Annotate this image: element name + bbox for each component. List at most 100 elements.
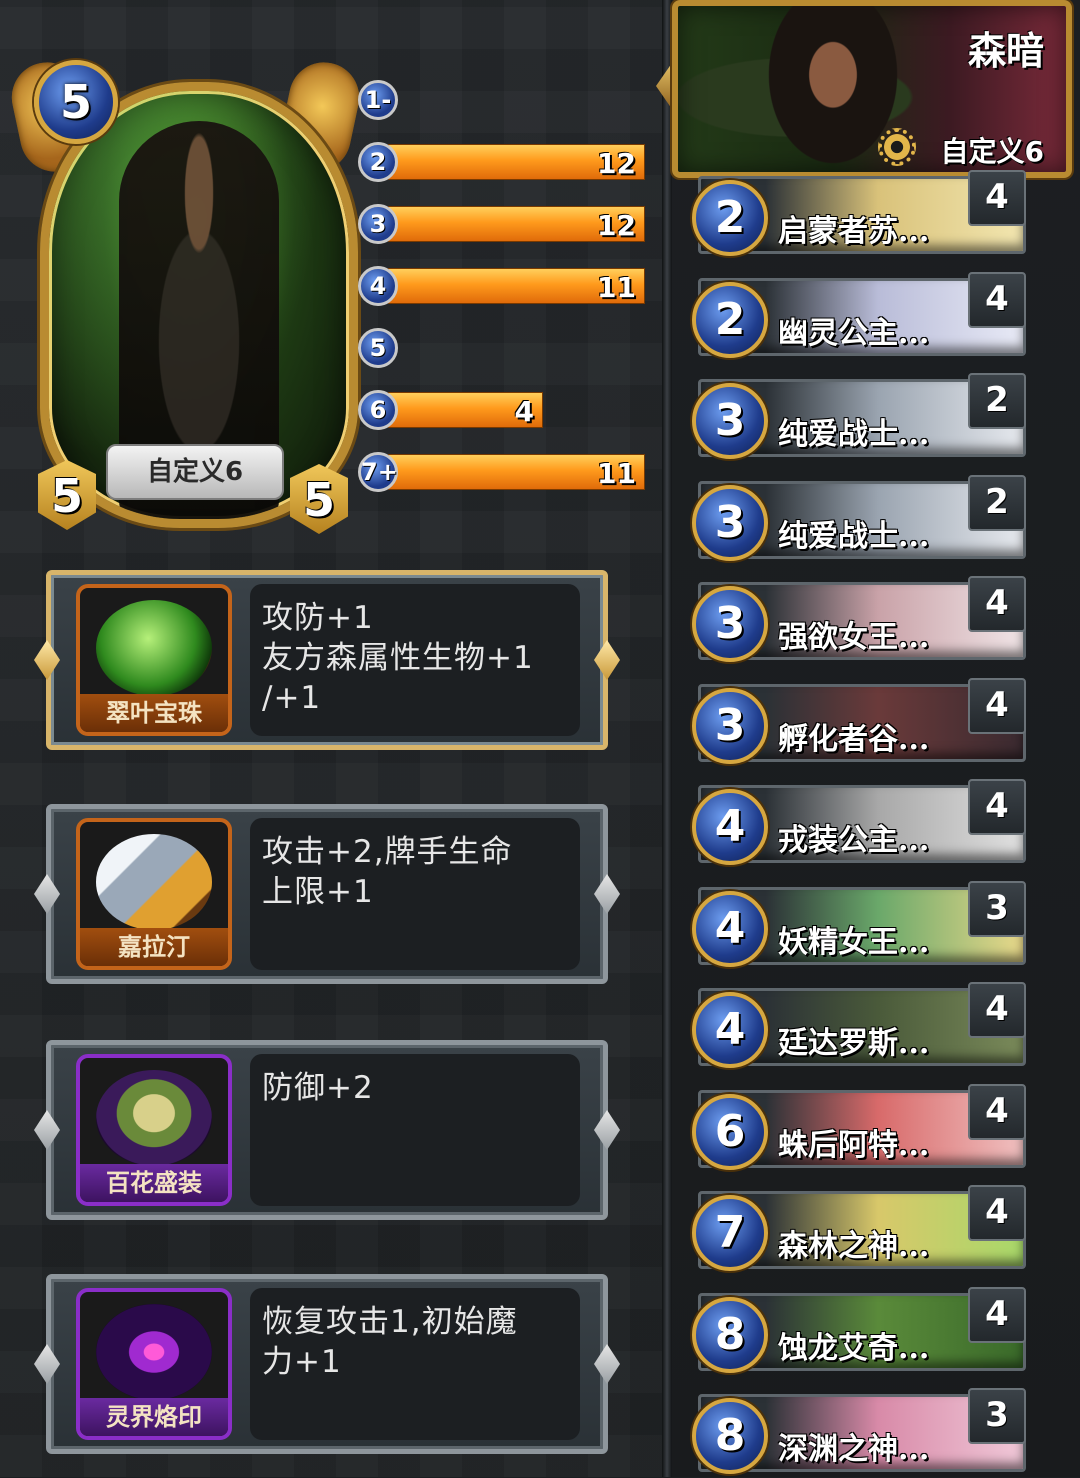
card-count: 4 bbox=[968, 1083, 1026, 1140]
deck-card-row[interactable]: 3 孵化者谷... 4 bbox=[690, 677, 1032, 768]
talent-description: 恢复攻击1,初始魔 力+1 bbox=[250, 1288, 580, 1440]
deck-card-row[interactable]: 4 戎装公主... 4 bbox=[690, 779, 1032, 869]
card-name: 纯爱战士... bbox=[778, 518, 930, 554]
deck-card-row[interactable]: 3 强欲女王... 4 bbox=[690, 576, 1032, 666]
curve-row: 5 bbox=[358, 326, 648, 368]
card-count: 4 bbox=[968, 1286, 1026, 1343]
card-name: 廷达罗斯... bbox=[778, 1026, 930, 1061]
curve-cost-label: 5 bbox=[358, 328, 398, 368]
talent-icon[interactable]: 百花盛装 bbox=[76, 1054, 232, 1206]
card-cost-gem: 3 bbox=[692, 383, 768, 459]
card-name: 强欲女王... bbox=[778, 620, 930, 655]
card-name: 深渊之神... bbox=[778, 1432, 930, 1467]
talent-row[interactable]: 嘉拉汀 攻击+2,牌手生命 上限+1 bbox=[34, 804, 620, 984]
curve-value: 12 bbox=[597, 147, 636, 180]
sword-icon bbox=[96, 834, 212, 930]
curve-row: 1- bbox=[358, 78, 648, 120]
card-cost-gem: 2 bbox=[692, 281, 768, 358]
talent-name: 翠叶宝珠 bbox=[80, 694, 228, 732]
deck-subtitle: 自定义6 bbox=[940, 135, 1044, 168]
curve-row: 64 bbox=[358, 388, 648, 430]
curve-cost-label: 3 bbox=[358, 204, 398, 244]
card-name: 蚀龙艾奇... bbox=[778, 1330, 930, 1366]
talent-description: 攻击+2,牌手生命 上限+1 bbox=[250, 818, 580, 970]
card-count: 2 bbox=[968, 373, 1026, 429]
curve-bar: 12 bbox=[388, 206, 645, 242]
curve-bar: 4 bbox=[388, 392, 543, 428]
talent-row[interactable]: 翠叶宝珠 攻防+1 友方森属性生物+1 /+1 bbox=[34, 570, 620, 750]
card-count: 4 bbox=[968, 1185, 1026, 1241]
deck-card-row[interactable]: 7 森林之神... 4 bbox=[690, 1185, 1032, 1275]
talent-description: 攻防+1 友方森属性生物+1 /+1 bbox=[250, 584, 580, 736]
talent-icon[interactable]: 灵界烙印 bbox=[76, 1288, 232, 1440]
gear-icon[interactable] bbox=[878, 128, 916, 166]
curve-cost-label: 7+ bbox=[358, 452, 398, 492]
deck-card-row[interactable]: 3 纯爱战士... 2 bbox=[690, 474, 1032, 565]
deck-card-row[interactable]: 6 蛛后阿特... 4 bbox=[690, 1083, 1032, 1174]
card-name: 启蒙者苏... bbox=[778, 214, 930, 249]
card-count: 4 bbox=[968, 982, 1026, 1038]
deck-card-row[interactable]: 3 纯爱战士... 2 bbox=[690, 373, 1032, 463]
curve-value: 11 bbox=[597, 271, 636, 304]
card-name: 孵化者谷... bbox=[778, 721, 930, 757]
curve-row: 4 11 bbox=[358, 264, 648, 306]
hero-card[interactable]: 5 自定义6 5 5 bbox=[5, 20, 366, 534]
panel-divider bbox=[662, 0, 672, 1477]
curve-cost-label: 6 bbox=[358, 390, 398, 430]
curve-cost-label: 2 bbox=[358, 142, 398, 182]
card-count: 4 bbox=[968, 677, 1026, 734]
deck-card-row[interactable]: 4 妖精女王... 3 bbox=[690, 880, 1032, 971]
card-cost-gem: 8 bbox=[692, 1296, 768, 1373]
deck-card-row[interactable]: 2 幽灵公主... 4 bbox=[690, 271, 1032, 362]
deck-card-row[interactable]: 8 蚀龙艾奇... 4 bbox=[690, 1286, 1032, 1377]
curve-value: 12 bbox=[597, 209, 636, 242]
curve-value: 4 bbox=[514, 395, 534, 428]
card-name: 妖精女王... bbox=[778, 924, 930, 960]
talent-name: 百花盛装 bbox=[80, 1164, 228, 1202]
card-name: 戎装公主... bbox=[778, 823, 930, 858]
curve-row: 3 12 bbox=[358, 202, 648, 244]
curve-value: 11 bbox=[597, 457, 636, 490]
card-count: 4 bbox=[968, 779, 1026, 835]
talent-row[interactable]: 百花盛装 防御+2 bbox=[34, 1040, 620, 1220]
card-count: 2 bbox=[968, 474, 1026, 531]
card-cost-gem: 3 bbox=[692, 586, 768, 662]
curve-row: 2 12 bbox=[358, 140, 648, 182]
deck-card-row[interactable]: 2 启蒙者苏... 4 bbox=[690, 170, 1032, 260]
card-cost-gem: 8 bbox=[692, 1398, 768, 1474]
card-count: 4 bbox=[968, 576, 1026, 632]
curve-row: 7+ 11 bbox=[358, 450, 648, 492]
hero-name: 自定义6 bbox=[106, 444, 284, 500]
card-cost-gem: 6 bbox=[692, 1093, 768, 1170]
talent-name: 嘉拉汀 bbox=[80, 928, 228, 966]
card-cost-gem: 7 bbox=[692, 1195, 768, 1271]
rune-icon bbox=[96, 1304, 212, 1400]
card-cost-gem: 4 bbox=[692, 992, 768, 1068]
deck-card-row[interactable]: 4 廷达罗斯... 4 bbox=[690, 982, 1032, 1072]
card-count: 3 bbox=[968, 880, 1026, 937]
card-name: 森林之神... bbox=[778, 1229, 930, 1264]
talent-icon[interactable]: 翠叶宝珠 bbox=[76, 584, 232, 736]
card-count: 3 bbox=[968, 1388, 1026, 1444]
deck-name: 森暗 bbox=[967, 28, 1044, 73]
card-cost-gem: 4 bbox=[692, 789, 768, 865]
card-name: 纯爱战士... bbox=[778, 417, 930, 452]
green-orb-icon bbox=[96, 600, 212, 696]
card-cost-gem: 2 bbox=[692, 180, 768, 256]
curve-bar: 11 bbox=[388, 454, 645, 490]
card-count: 4 bbox=[968, 170, 1026, 226]
dress-icon bbox=[96, 1070, 212, 1166]
hero-attack: 5 bbox=[38, 460, 96, 530]
curve-bar: 11 bbox=[388, 268, 645, 304]
talent-row[interactable]: 灵界烙印 恢复攻击1,初始魔 力+1 bbox=[34, 1274, 620, 1454]
curve-bar: 12 bbox=[388, 144, 645, 180]
talent-name: 灵界烙印 bbox=[80, 1398, 228, 1436]
deck-card-row[interactable]: 8 深渊之神... 3 bbox=[690, 1388, 1032, 1478]
talent-icon[interactable]: 嘉拉汀 bbox=[76, 818, 232, 970]
talent-description: 防御+2 bbox=[250, 1054, 580, 1206]
deck-header[interactable]: 森暗 自定义6 bbox=[672, 0, 1072, 178]
curve-cost-label: 4 bbox=[358, 266, 398, 306]
card-cost-gem: 4 bbox=[692, 890, 768, 967]
card-cost-gem: 3 bbox=[692, 484, 768, 561]
curve-cost-label: 1- bbox=[358, 80, 398, 120]
